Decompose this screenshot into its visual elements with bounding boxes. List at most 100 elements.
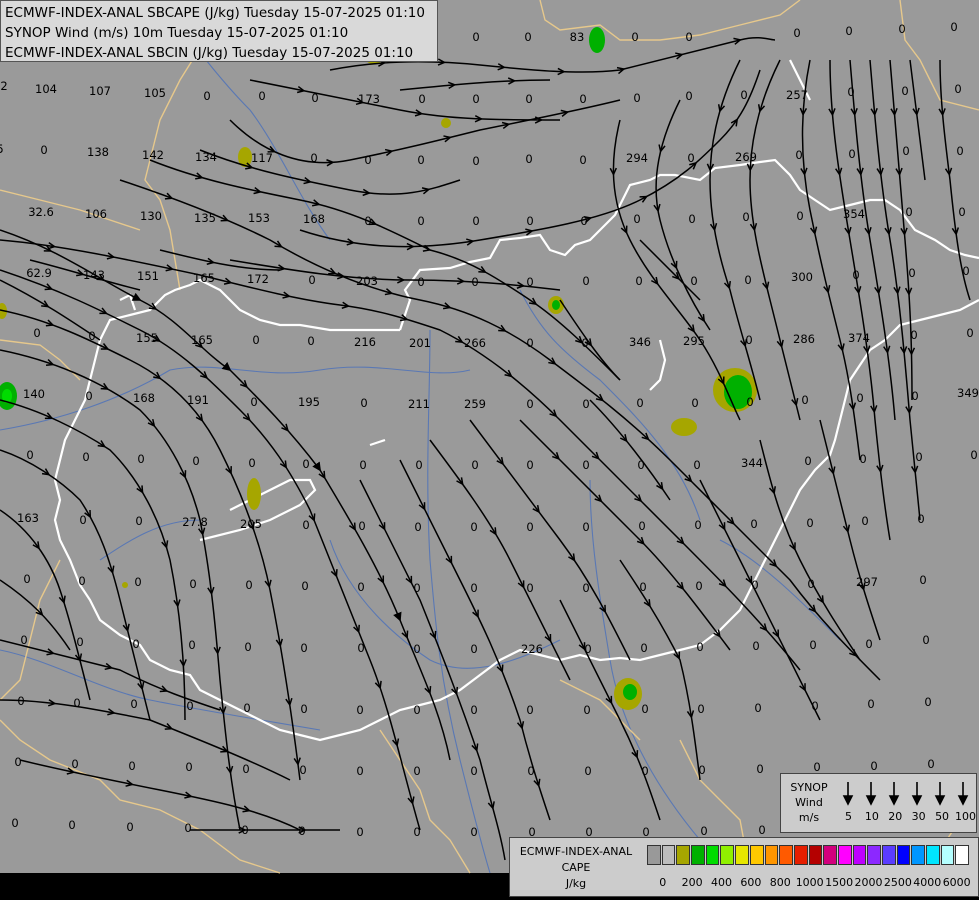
station-value: 0 — [580, 214, 587, 228]
station-value: 0 — [244, 640, 251, 654]
cape-color-swatch — [779, 845, 793, 865]
station-value: 0 — [311, 91, 318, 105]
station-value: 0 — [633, 91, 640, 105]
station-value: 0 — [33, 326, 40, 340]
station-value: 0 — [927, 757, 934, 771]
station-value: 0 — [744, 273, 751, 287]
station-value: 0 — [356, 825, 363, 839]
station-value: 0 — [811, 699, 818, 713]
station-value: 0 — [801, 393, 808, 407]
station-value: 295 — [683, 334, 705, 348]
station-value: 0 — [134, 575, 141, 589]
station-value: 0 — [11, 816, 18, 830]
station-value: 142 — [142, 148, 164, 162]
station-value: 0 — [302, 457, 309, 471]
station-value: 172 — [247, 272, 269, 286]
station-value: 0 — [526, 336, 533, 350]
station-value: 0 — [186, 699, 193, 713]
station-value: 0 — [189, 577, 196, 591]
station-value: 0 — [298, 824, 305, 838]
station-value: 0 — [950, 20, 957, 34]
cape-color-swatch — [940, 845, 955, 865]
wind-legend-label: SYNOP Wind m/s — [783, 780, 835, 825]
station-value: 0 — [695, 579, 702, 593]
station-value: 0 — [690, 274, 697, 288]
station-value: 0 — [364, 214, 371, 228]
station-value: 0 — [526, 458, 533, 472]
station-value: 0 — [20, 633, 27, 647]
station-value: 0 — [631, 30, 638, 44]
station-value: 203 — [356, 274, 378, 288]
cape-color-swatch — [867, 845, 881, 865]
cape-tick-label: 400 — [711, 876, 732, 889]
station-value: 0 — [358, 519, 365, 533]
station-value: 0 — [300, 641, 307, 655]
station-value: 0 — [356, 764, 363, 778]
station-value: 173 — [358, 92, 380, 106]
station-value: 0 — [579, 153, 586, 167]
cape-color-swatch — [735, 845, 749, 865]
cape-tick-label: 2500 — [883, 876, 912, 889]
cape-color-swatch — [882, 845, 896, 865]
cape-legend: ECMWF-INDEX-ANAL CAPE J/kg 0 200 400 600 800… — [509, 837, 979, 897]
weather-map: 0083000000017011310410710500017300000002… — [0, 0, 979, 900]
station-value: 0 — [742, 210, 749, 224]
station-value: 0 — [966, 326, 973, 340]
station-value: 153 — [248, 211, 270, 225]
station-value: 0 — [310, 151, 317, 165]
station-value: 0 — [901, 84, 908, 98]
station-value: 0 — [796, 209, 803, 223]
station-value: 0 — [203, 89, 210, 103]
station-value: 0 — [417, 153, 424, 167]
station-value: 0 — [308, 273, 315, 287]
station-value: 0 — [472, 154, 479, 168]
wind-legend: SYNOP Wind m/s 5 10 20 30 50 100 — [780, 773, 977, 833]
station-value: 0 — [192, 454, 199, 468]
station-value: 0 — [470, 520, 477, 534]
station-value: 286 — [793, 332, 815, 346]
station-value: 0 — [905, 205, 912, 219]
station-value: 143 — [83, 268, 105, 282]
station-value: 0 — [870, 759, 877, 773]
station-value: 117 — [251, 151, 273, 165]
station-value: 0 — [582, 458, 589, 472]
station-value: 151 — [137, 269, 159, 283]
station-value: 0 — [910, 328, 917, 342]
wind-legend-value: 20 — [888, 810, 903, 823]
station-value: 0 — [243, 701, 250, 715]
station-value: 354 — [843, 207, 865, 221]
station-value: 0 — [958, 205, 965, 219]
station-value: 0 — [635, 274, 642, 288]
station-value: 0 — [582, 581, 589, 595]
station-value: 0 — [793, 26, 800, 40]
station-value: 0 — [128, 759, 135, 773]
wind-legend-label-line: SYNOP — [790, 781, 828, 794]
station-value: 0 — [697, 702, 704, 716]
station-value: 0 — [245, 578, 252, 592]
station-value: 0 — [85, 389, 92, 403]
station-value: 0 — [79, 513, 86, 527]
wind-legend-value: 50 — [935, 810, 950, 823]
station-value: 0 — [242, 762, 249, 776]
station-value: 0 — [360, 396, 367, 410]
station-value: 0 — [359, 458, 366, 472]
station-value: 0 — [582, 274, 589, 288]
station-value: 0 — [525, 92, 532, 106]
station-value: 205 — [240, 517, 262, 531]
station-value: 0 — [23, 572, 30, 586]
cape-legend-label: ECMWF-INDEX-ANAL CAPE J/kg — [512, 844, 640, 892]
station-value: 0 — [582, 520, 589, 534]
station-value: 0 — [470, 825, 477, 839]
station-value: 0 — [852, 268, 859, 282]
station-value: 32.6 — [28, 205, 54, 219]
station-value: 165 — [191, 333, 213, 347]
station-value: 0 — [640, 641, 647, 655]
station-value: 0 — [470, 764, 477, 778]
station-value: 0 — [364, 153, 371, 167]
station-value: 0 — [584, 642, 591, 656]
station-value: 0 — [917, 512, 924, 526]
station-value: 0 — [88, 329, 95, 343]
station-value: 0 — [526, 703, 533, 717]
station-value: 168 — [133, 391, 155, 405]
station-value: 0 — [582, 397, 589, 411]
